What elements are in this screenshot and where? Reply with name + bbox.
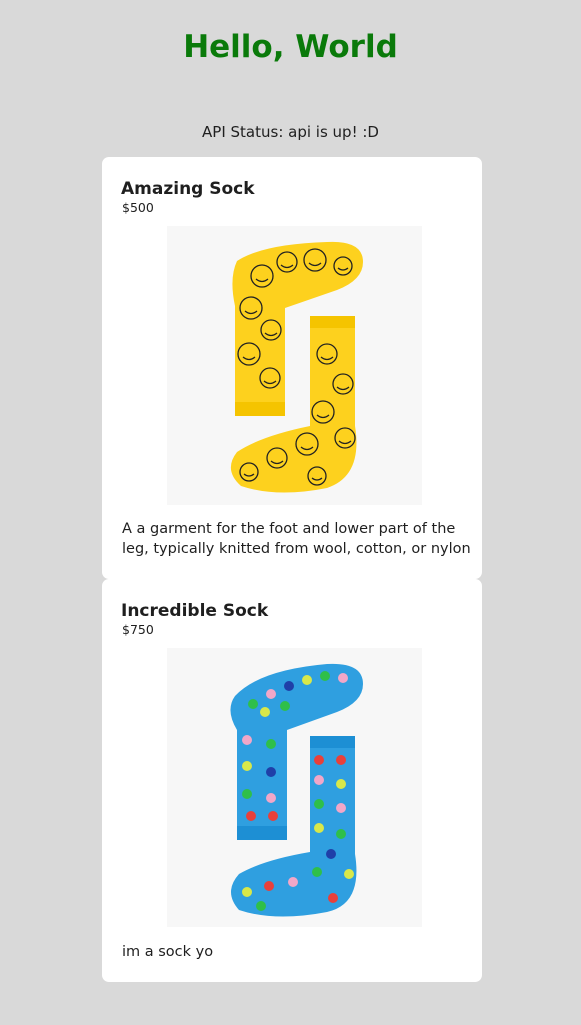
page-title: Hello, World — [183, 29, 398, 65]
product-description: A a garment for the foot and lower part … — [122, 521, 471, 557]
product-name: Amazing Sock — [121, 179, 255, 199]
product-price: $750 — [122, 622, 154, 637]
product-description: im a sock yo — [122, 944, 214, 960]
api-status-text: API Status: api is up! :D — [202, 123, 379, 141]
product-card: Amazing Sock $500 A a garment for the fo… — [102, 157, 482, 579]
product-card: Incredible Sock $750 im a sock yo — [102, 579, 482, 982]
product-image — [167, 648, 422, 927]
product-name: Incredible Sock — [121, 601, 269, 621]
blue-polka-dot-sock-icon — [230, 663, 363, 917]
product-image — [167, 226, 422, 505]
product-price: $500 — [122, 200, 154, 215]
yellow-smiley-sock-icon — [230, 241, 363, 493]
